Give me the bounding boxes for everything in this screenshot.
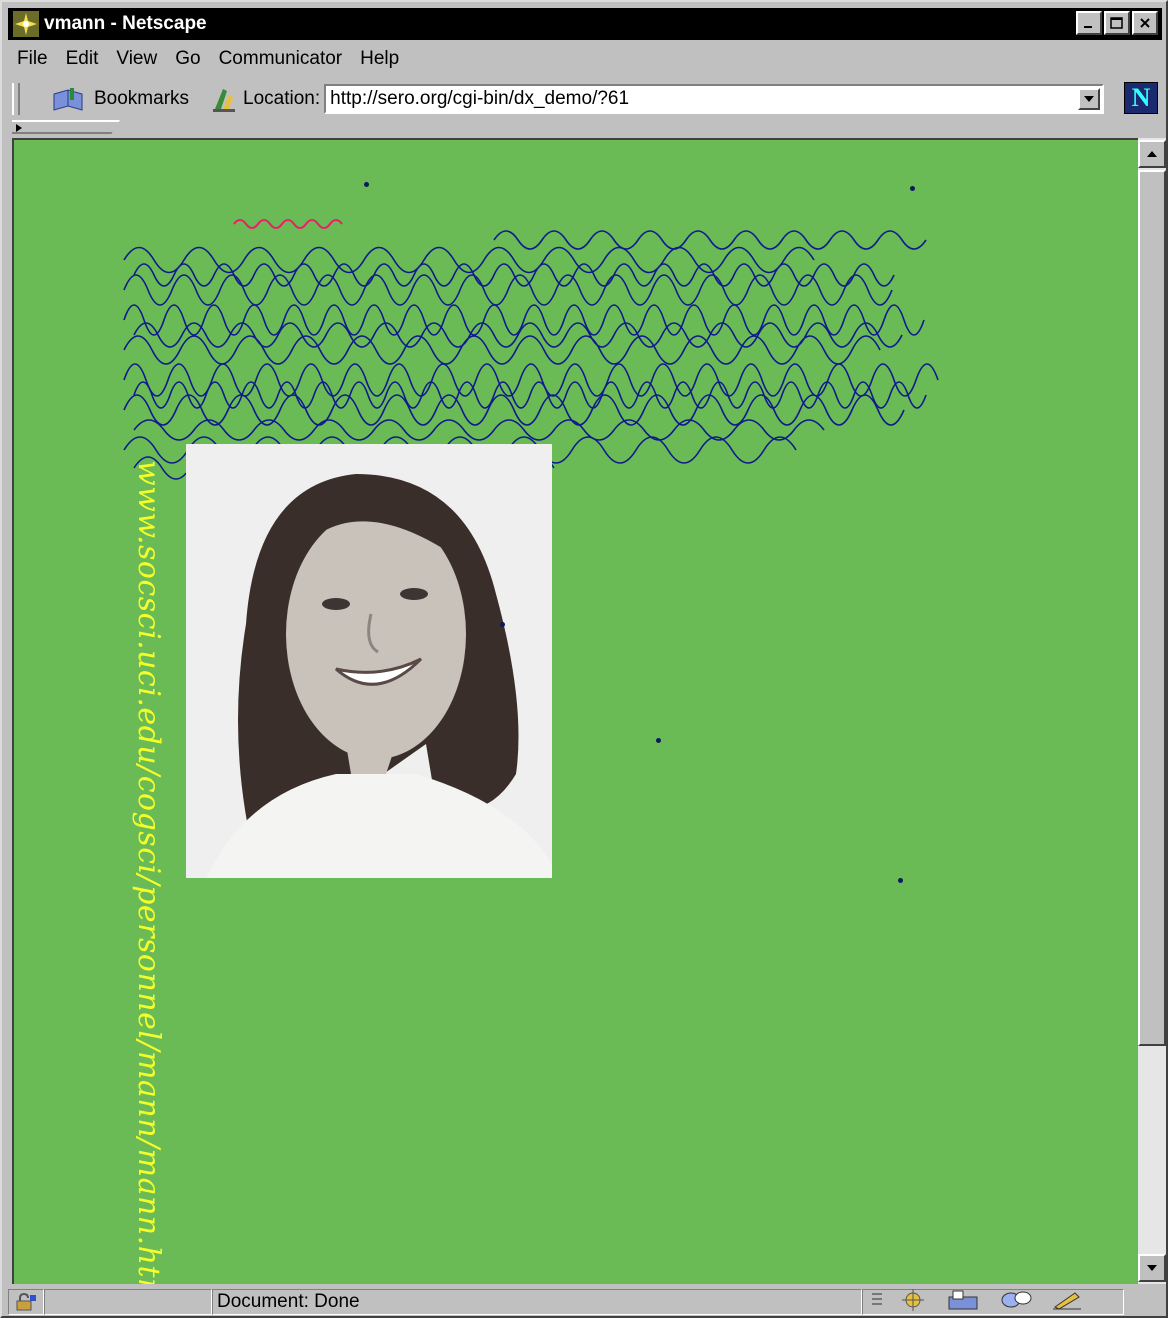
- status-text: Document: Done: [217, 1291, 360, 1312]
- handwritten-scribble: [123, 219, 939, 480]
- scatter-dot: [656, 738, 661, 743]
- title-bar[interactable]: vmann - Netscape: [8, 8, 1162, 40]
- location-label: Location:: [243, 88, 321, 109]
- scrollbar-thumb[interactable]: [1138, 170, 1166, 1046]
- component-bar: [862, 1288, 1124, 1316]
- close-button[interactable]: [1132, 11, 1158, 35]
- navigator-icon[interactable]: [901, 1288, 929, 1316]
- page-content: www.socsci.uci.edu/cogsci/personnel/mann…: [12, 138, 1138, 1284]
- status-message-cell: Document: Done: [212, 1289, 862, 1315]
- discussion-icon[interactable]: [999, 1289, 1033, 1316]
- menu-communicator[interactable]: Communicator: [210, 48, 352, 70]
- netscape-app-icon: [12, 10, 40, 38]
- bookmarks-button[interactable]: Bookmarks: [94, 88, 189, 110]
- collapse-toolbar-tab[interactable]: [12, 120, 120, 134]
- menu-go[interactable]: Go: [166, 48, 209, 70]
- browser-window: vmann - Netscape File Edit View Go Commu…: [0, 0, 1168, 1318]
- location-toolbar: Bookmarks Location: http://sero.org/cgi-…: [8, 80, 1162, 118]
- scatter-dot: [910, 186, 915, 191]
- scatter-dot: [500, 622, 505, 627]
- composer-icon[interactable]: [1051, 1289, 1083, 1316]
- bookmarks-icon[interactable]: [50, 84, 86, 114]
- scroll-down-button[interactable]: [1138, 1254, 1166, 1282]
- status-bar: Document: Done: [8, 1288, 1162, 1316]
- menu-edit[interactable]: Edit: [57, 48, 108, 70]
- security-lock-icon[interactable]: [8, 1289, 44, 1315]
- scatter-dot: [364, 182, 369, 187]
- vertical-scrollbar[interactable]: [1138, 138, 1166, 1284]
- location-url-input[interactable]: http://sero.org/cgi-bin/dx_demo/?61: [324, 84, 1105, 114]
- portrait-photo: [186, 444, 552, 878]
- scroll-up-button[interactable]: [1138, 140, 1166, 168]
- menu-bar: File Edit View Go Communicator Help: [8, 44, 408, 74]
- menu-help[interactable]: Help: [351, 48, 408, 70]
- component-grip-icon[interactable]: [871, 1291, 883, 1314]
- scatter-dot: [898, 878, 903, 883]
- menu-view[interactable]: View: [107, 48, 166, 70]
- window-title: vmann - Netscape: [44, 13, 207, 34]
- menu-file[interactable]: File: [8, 48, 57, 70]
- toolbar-grip[interactable]: [12, 83, 20, 115]
- url-dropdown-button[interactable]: [1078, 88, 1101, 110]
- mailbox-icon[interactable]: [947, 1289, 981, 1316]
- progress-cell: [44, 1289, 212, 1315]
- url-text: http://sero.org/cgi-bin/dx_demo/?61: [330, 88, 630, 109]
- location-icon[interactable]: [211, 85, 237, 113]
- vertical-url-text: www.socsci.uci.edu/cogsci/personnel/mann…: [131, 460, 166, 1284]
- maximize-button[interactable]: [1104, 11, 1130, 35]
- netscape-n-logo-icon[interactable]: N: [1124, 82, 1158, 114]
- minimize-button[interactable]: [1076, 11, 1102, 35]
